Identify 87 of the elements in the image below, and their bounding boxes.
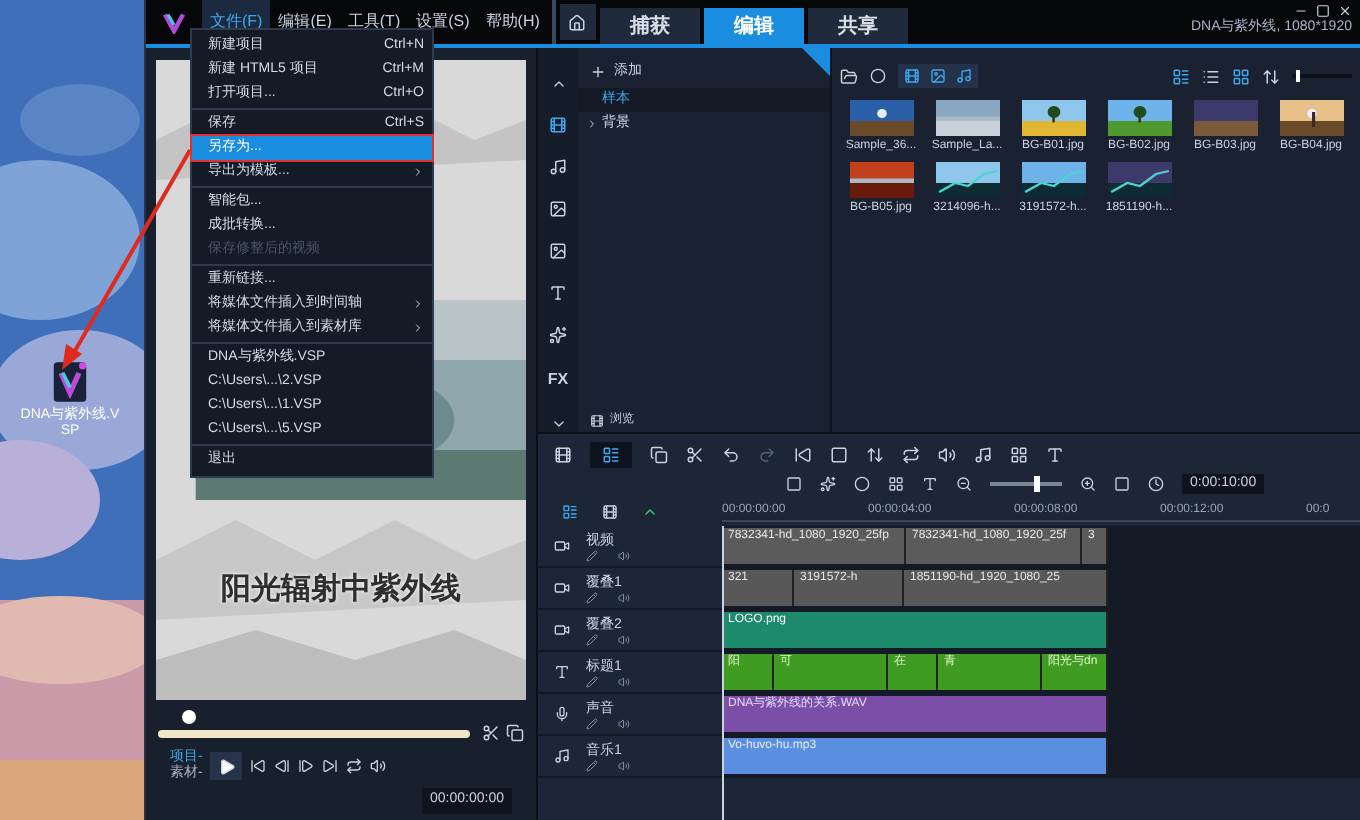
browse-icon xyxy=(590,413,604,427)
grid-view-icon xyxy=(1232,67,1250,85)
menu-item[interactable]: 编辑(E) xyxy=(270,0,340,44)
home-button[interactable] xyxy=(559,4,596,40)
close-icon xyxy=(1338,4,1352,19)
record-icon xyxy=(870,68,886,84)
zoom-slider-thumb[interactable] xyxy=(1033,476,1040,492)
track-icon xyxy=(554,580,570,596)
mute-icon xyxy=(618,549,630,561)
play-icon xyxy=(217,757,236,775)
track-manager-icon xyxy=(562,504,578,520)
3d-title-icon xyxy=(922,476,938,492)
track-icon xyxy=(554,538,570,554)
mask-icon xyxy=(854,476,870,492)
edit-icon xyxy=(586,549,598,561)
frame-icon xyxy=(786,476,802,492)
capture-icon xyxy=(888,476,904,492)
home-icon xyxy=(568,13,587,31)
fit-icon xyxy=(1114,476,1130,492)
subtitle-text: 阳光辐射中紫外线 xyxy=(219,570,463,610)
redo-icon xyxy=(758,445,776,463)
mute-icon xyxy=(618,717,630,729)
zoom-out-icon xyxy=(956,476,972,492)
stretch-icon xyxy=(866,445,884,463)
mute-icon xyxy=(618,633,630,645)
track-icon xyxy=(554,664,570,680)
video-filter-icon xyxy=(904,68,920,84)
mute-icon xyxy=(618,591,630,603)
playhead-handle[interactable] xyxy=(182,709,197,723)
storyboard-view-icon xyxy=(554,445,572,463)
graphics-icon xyxy=(548,325,568,344)
multi-camera-icon xyxy=(1010,445,1028,463)
filter-icon[interactable]: FX xyxy=(547,367,569,392)
edit-icon xyxy=(586,717,598,729)
subtitle-icon xyxy=(1046,445,1064,463)
copy-icon xyxy=(506,724,524,742)
project-file-icon[interactable] xyxy=(52,360,88,404)
track-icon xyxy=(554,748,570,764)
play-button[interactable] xyxy=(210,752,243,780)
zoom-in-icon xyxy=(1080,476,1096,492)
folder-icon xyxy=(840,67,858,85)
title-icon xyxy=(548,283,568,302)
photo-filter-icon xyxy=(930,68,946,84)
track-icon xyxy=(554,706,570,722)
crop-icon xyxy=(830,445,848,463)
app-logo-icon xyxy=(162,10,186,34)
edit-icon xyxy=(586,675,598,687)
template-icon xyxy=(548,200,568,218)
auto-music-icon xyxy=(974,445,992,463)
add-icon xyxy=(590,64,606,80)
ripple-icon xyxy=(642,504,658,520)
edit-icon xyxy=(586,591,598,603)
copy-icon xyxy=(650,445,668,463)
track-icon xyxy=(554,622,570,638)
trim-icon xyxy=(794,445,812,463)
tab[interactable]: 共享 xyxy=(807,8,908,44)
effect-icon xyxy=(820,476,836,492)
cut-icon xyxy=(482,724,500,742)
edit-icon xyxy=(586,759,598,771)
mute-icon xyxy=(618,759,630,771)
timeline-view-icon xyxy=(602,445,620,463)
split-icon xyxy=(686,445,704,463)
list-view-icon xyxy=(1202,67,1220,85)
tab[interactable]: 编辑 xyxy=(703,8,804,44)
track-motion-icon xyxy=(902,445,920,463)
step-back-icon xyxy=(274,758,291,774)
repeat-icon xyxy=(346,758,363,774)
skip-back-icon xyxy=(250,758,267,774)
transition-icon xyxy=(548,241,568,260)
chapter-icon xyxy=(602,504,618,520)
tab[interactable]: 捕获 xyxy=(599,8,700,44)
edit-icon xyxy=(586,633,598,645)
undo-icon xyxy=(722,445,740,463)
maximize-icon xyxy=(1316,4,1330,19)
audio-icon xyxy=(548,158,568,177)
mixer-icon xyxy=(938,445,956,463)
step-forward-icon xyxy=(298,758,315,774)
duration-icon xyxy=(1148,476,1164,492)
menu-item[interactable]: 帮助(H) xyxy=(477,0,548,44)
scroll-up-icon xyxy=(549,76,567,93)
skip-forward-icon xyxy=(322,758,339,774)
mute-icon xyxy=(618,675,630,687)
audio-filter-icon xyxy=(956,68,972,84)
volume-icon xyxy=(370,758,387,774)
sort-icon xyxy=(1262,67,1280,85)
media-icon xyxy=(548,116,568,135)
view-icon xyxy=(1172,67,1190,85)
